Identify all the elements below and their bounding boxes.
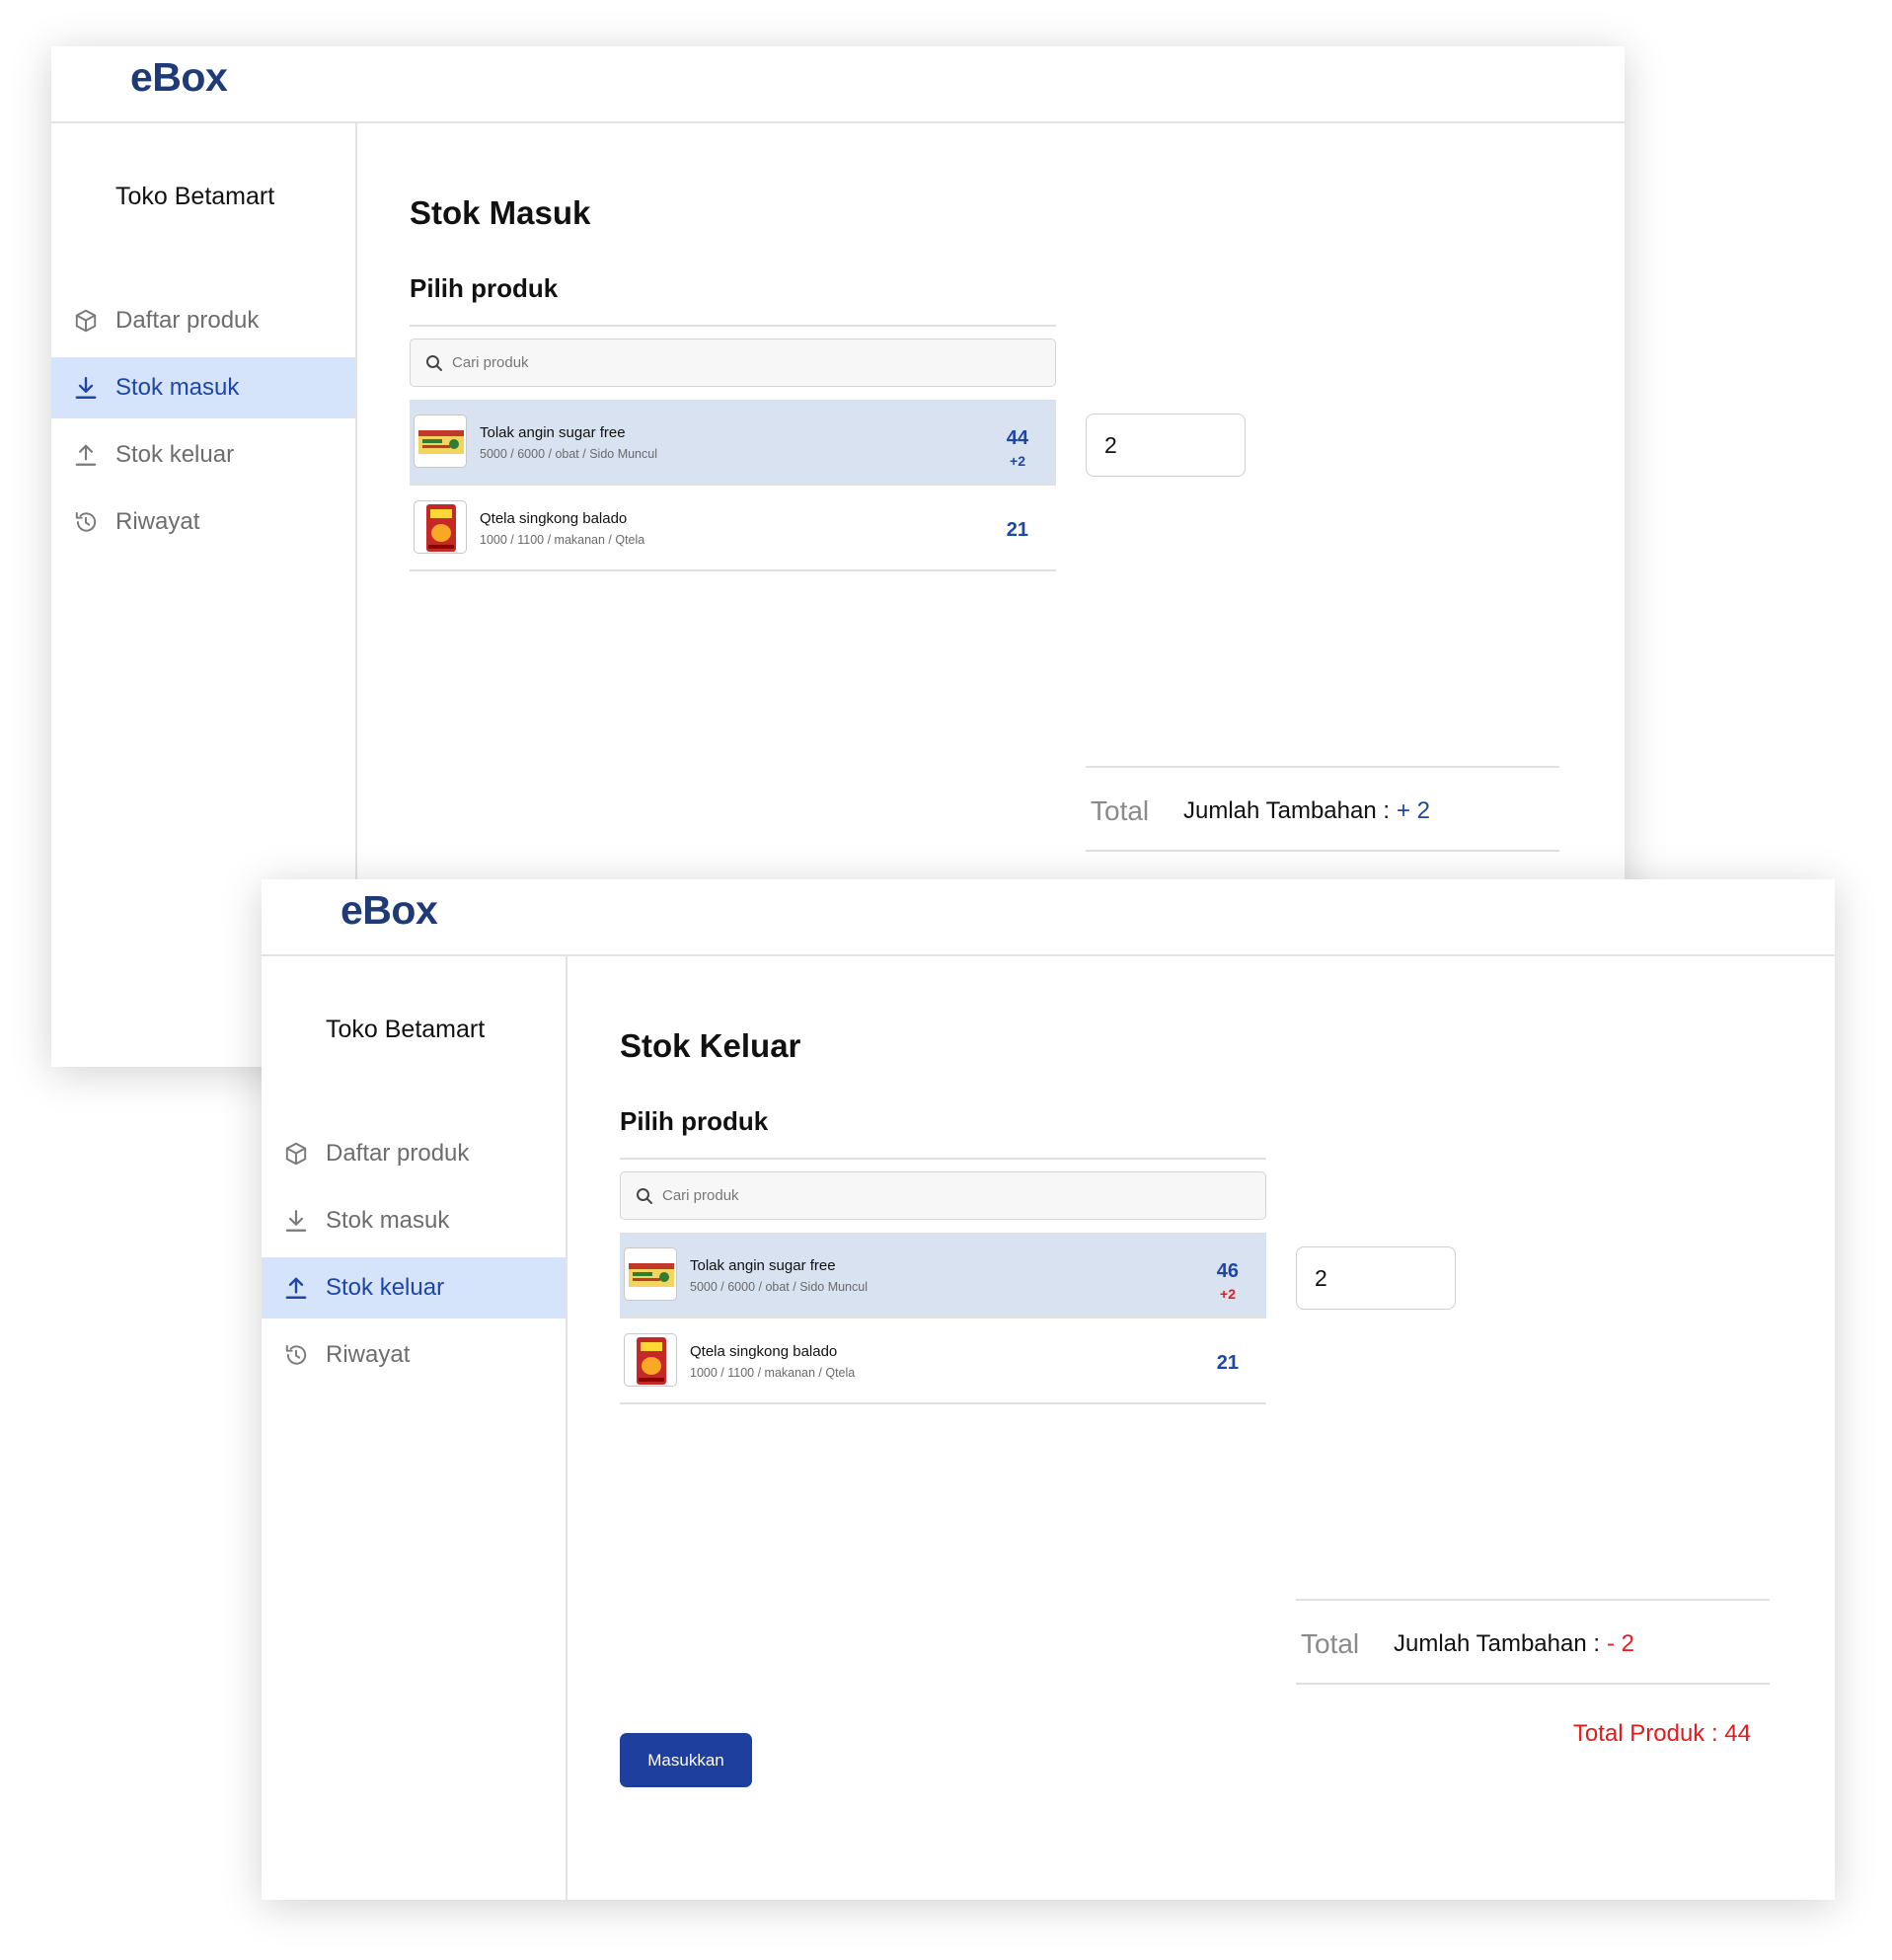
sidebar-item-label: Stok keluar (115, 441, 235, 468)
stock-delta: +2 (1010, 453, 1025, 469)
top-bar: eBox (51, 46, 1625, 123)
page-title: Stok Keluar (620, 1027, 801, 1064)
jumlah-tambahan-value: - 2 (1607, 1630, 1635, 1657)
search-input[interactable] (452, 339, 1044, 386)
product-row[interactable]: Qtela singkong balado 1000 / 1100 / maka… (410, 486, 1056, 571)
divider (410, 325, 1056, 327)
jumlah-tambahan-label: Jumlah Tambahan : (1183, 797, 1391, 824)
product-meta: 1000 / 1100 / makanan / Qtela (690, 1366, 856, 1380)
history-icon (75, 511, 97, 532)
ebox-logo[interactable]: eBox (130, 54, 228, 101)
search-box (410, 339, 1056, 387)
sidebar: Toko Betamart Daftar produk Stok masuk S… (262, 956, 568, 1900)
product-row[interactable]: Qtela singkong balado 1000 / 1100 / maka… (620, 1319, 1266, 1404)
sidebar-item-label: Stok keluar (326, 1274, 445, 1301)
history-icon (285, 1344, 307, 1365)
total-produk: Total Produk : 44 (1572, 1720, 1751, 1747)
quantity-input[interactable] (1296, 1246, 1456, 1310)
section-title: Pilih produk (620, 1106, 769, 1136)
box-icon (75, 309, 97, 333)
product-name: Tolak angin sugar free (480, 424, 626, 441)
stock-count: 44 (1006, 427, 1028, 449)
stok-keluar-window: eBox Toko Betamart Daftar produk Stok ma… (262, 879, 1835, 1900)
sidebar-item-label: Riwayat (115, 508, 200, 535)
product-meta: 1000 / 1100 / makanan / Qtela (480, 533, 645, 547)
product-row[interactable]: Tolak angin sugar free 5000 / 6000 / oba… (620, 1233, 1266, 1319)
sidebar-item-label: Riwayat (326, 1341, 411, 1368)
download-icon (75, 377, 97, 399)
sidebar-item-label: Stok masuk (115, 374, 240, 401)
total-label: Total (1091, 795, 1150, 826)
jumlah-tambahan-label: Jumlah Tambahan : (1394, 1630, 1601, 1657)
stock-count: 21 (1216, 1352, 1239, 1374)
product-name: Tolak angin sugar free (690, 1257, 836, 1274)
product-meta: 5000 / 6000 / obat / Sido Muncul (690, 1280, 868, 1294)
upload-icon (285, 1277, 307, 1299)
product-name: Qtela singkong balado (690, 1343, 838, 1360)
product-image-tolak-angin (624, 1247, 677, 1301)
masukkan-button[interactable]: Masukkan (620, 1733, 752, 1787)
total-summary: Total Jumlah Tambahan : - 2 (1296, 1599, 1770, 1685)
top-bar: eBox (262, 879, 1835, 956)
sidebar-item-riwayat[interactable]: Riwayat (262, 1324, 566, 1386)
product-row[interactable]: Tolak angin sugar free 5000 / 6000 / oba… (410, 400, 1056, 486)
box-icon (285, 1142, 307, 1166)
store-name: Toko Betamart (115, 183, 275, 210)
quantity-input[interactable] (1086, 414, 1246, 477)
stock-delta: +2 (1220, 1286, 1236, 1302)
product-image-tolak-angin (414, 415, 467, 468)
stock-count: 21 (1006, 519, 1028, 541)
sidebar-item-stok-keluar[interactable]: Stok keluar (51, 424, 355, 486)
product-name: Qtela singkong balado (480, 510, 628, 527)
sidebar-item-label: Daftar produk (326, 1140, 470, 1167)
sidebar-item-daftar-produk[interactable]: Daftar produk (51, 290, 355, 351)
sidebar-item-stok-masuk[interactable]: Stok masuk (51, 357, 355, 418)
jumlah-tambahan-value: + 2 (1397, 797, 1431, 824)
sidebar-item-stok-masuk[interactable]: Stok masuk (262, 1190, 566, 1251)
stock-count: 46 (1216, 1260, 1239, 1282)
download-icon (285, 1210, 307, 1232)
section-title: Pilih produk (410, 273, 559, 303)
upload-icon (75, 444, 97, 466)
product-meta: 5000 / 6000 / obat / Sido Muncul (480, 447, 657, 461)
page-title: Stok Masuk (410, 194, 591, 231)
search-icon (426, 355, 442, 371)
search-icon (637, 1188, 652, 1204)
ebox-logo[interactable]: eBox (341, 887, 438, 934)
search-input[interactable] (662, 1172, 1254, 1219)
total-summary: Total Jumlah Tambahan : + 2 (1086, 766, 1559, 852)
sidebar-item-label: Stok masuk (326, 1207, 450, 1234)
search-box (620, 1171, 1266, 1220)
main-content: Stok Keluar Pilih produk Tolak angin sug… (568, 956, 1835, 1900)
store-name: Toko Betamart (326, 1016, 486, 1043)
sidebar-item-label: Daftar produk (115, 307, 260, 334)
divider (620, 1158, 1266, 1160)
product-image-qtela (624, 1333, 677, 1387)
sidebar-item-stok-keluar[interactable]: Stok keluar (262, 1257, 566, 1319)
product-image-qtela (414, 500, 467, 554)
total-label: Total (1301, 1628, 1360, 1659)
sidebar-item-riwayat[interactable]: Riwayat (51, 491, 355, 553)
sidebar-item-daftar-produk[interactable]: Daftar produk (262, 1123, 566, 1184)
